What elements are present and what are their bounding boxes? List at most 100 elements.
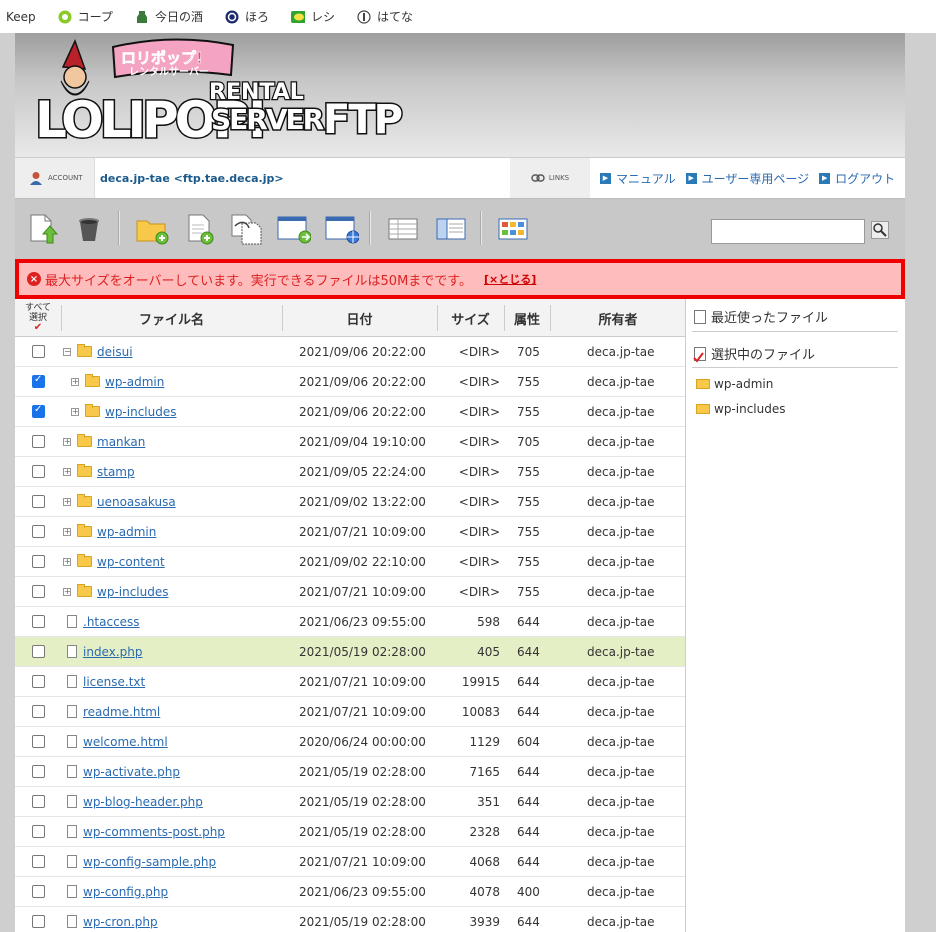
table-row[interactable]: wp-config-sample.php 2021/07/21 10:09:00… (15, 847, 685, 877)
table-row[interactable]: + mankan 2021/09/04 19:10:00 <DIR> 705 d… (15, 427, 685, 457)
bookmark-recipe[interactable]: レシ (290, 8, 335, 25)
table-row[interactable]: wp-activate.php 2021/05/19 02:28:00 7165… (15, 757, 685, 787)
table-row[interactable]: wp-blog-header.php 2021/05/19 02:28:00 3… (15, 787, 685, 817)
table-row[interactable]: license.txt 2021/07/21 10:09:00 19915 64… (15, 667, 685, 697)
file-permission[interactable]: 755 (517, 375, 540, 389)
file-name-link[interactable]: stamp (97, 465, 135, 479)
file-name-link[interactable]: wp-config-sample.php (83, 855, 216, 869)
expand-icon[interactable]: + (63, 468, 71, 476)
table-row[interactable]: wp-cron.php 2021/05/19 02:28:00 3939 644… (15, 907, 685, 932)
file-name-link[interactable]: deisui (97, 345, 133, 359)
bookmark-sake[interactable]: 今日の酒 (135, 8, 203, 25)
table-row[interactable]: index.php 2021/05/19 02:28:00 405 644 de… (15, 637, 685, 667)
file-name-link[interactable]: wp-config.php (83, 885, 168, 899)
row-checkbox[interactable] (32, 435, 45, 448)
selected-files-header[interactable]: 選択中のファイル (693, 344, 815, 363)
file-permission[interactable]: 705 (517, 345, 540, 359)
file-permission[interactable]: 755 (517, 555, 540, 569)
row-checkbox[interactable] (32, 525, 45, 538)
file-permission[interactable]: 755 (517, 585, 540, 599)
file-name-link[interactable]: wp-activate.php (83, 765, 180, 779)
row-checkbox[interactable] (32, 855, 45, 868)
row-checkbox[interactable] (32, 765, 45, 778)
table-row[interactable]: wp-comments-post.php 2021/05/19 02:28:00… (15, 817, 685, 847)
table-row[interactable]: − deisui 2021/09/06 20:22:00 <DIR> 705 d… (15, 337, 685, 367)
row-checkbox[interactable] (32, 495, 45, 508)
search-icon[interactable] (871, 221, 889, 239)
file-name-link[interactable]: wp-admin (105, 375, 164, 389)
file-permission[interactable]: 644 (517, 615, 540, 629)
file-name-link[interactable]: uenoasakusa (97, 495, 176, 509)
row-checkbox[interactable] (32, 825, 45, 838)
new-file-icon[interactable] (185, 213, 217, 245)
file-permission[interactable]: 755 (517, 495, 540, 509)
file-name-link[interactable]: wp-includes (97, 585, 169, 599)
file-name-link[interactable]: wp-includes (105, 405, 177, 419)
row-checkbox[interactable] (32, 585, 45, 598)
bookmark-coop[interactable]: コープ (58, 8, 113, 25)
table-row[interactable]: readme.html 2021/07/21 10:09:00 10083 64… (15, 697, 685, 727)
file-name-link[interactable]: .htaccess (83, 615, 140, 629)
file-permission[interactable]: 755 (517, 405, 540, 419)
file-permission[interactable]: 644 (517, 705, 540, 719)
row-checkbox[interactable] (32, 915, 45, 928)
row-checkbox[interactable] (32, 645, 45, 658)
file-permission[interactable]: 644 (517, 765, 540, 779)
file-permission[interactable]: 755 (517, 465, 540, 479)
search-input[interactable] (711, 219, 865, 244)
table-row[interactable]: + wp-content 2021/09/02 22:10:00 <DIR> 7… (15, 547, 685, 577)
file-permission[interactable]: 705 (517, 435, 540, 449)
move-icon[interactable] (277, 213, 312, 245)
expand-icon[interactable]: + (63, 588, 71, 596)
file-name-link[interactable]: wp-comments-post.php (83, 825, 225, 839)
logout-link[interactable]: ▶ ログアウト (819, 170, 895, 187)
expand-icon[interactable]: + (71, 378, 79, 386)
file-name-link[interactable]: license.txt (83, 675, 145, 689)
trash-icon[interactable] (75, 213, 107, 245)
file-permission[interactable]: 644 (517, 915, 540, 929)
column-header-name[interactable]: ファイル名 (61, 299, 282, 337)
row-checkbox[interactable] (32, 885, 45, 898)
file-permission[interactable]: 644 (517, 825, 540, 839)
table-row[interactable]: welcome.html 2020/06/24 00:00:00 1129 60… (15, 727, 685, 757)
table-row[interactable]: + wp-includes 2021/09/06 20:22:00 <DIR> … (15, 397, 685, 427)
list-view-icon[interactable] (387, 213, 419, 245)
table-row[interactable]: + stamp 2021/09/05 22:24:00 <DIR> 755 de… (15, 457, 685, 487)
table-row[interactable]: + wp-includes 2021/07/21 10:09:00 <DIR> … (15, 577, 685, 607)
file-permission[interactable]: 644 (517, 645, 540, 659)
row-checkbox[interactable] (32, 345, 45, 358)
upload-file-icon[interactable] (27, 213, 59, 245)
file-permission[interactable]: 644 (517, 675, 540, 689)
collapse-icon[interactable]: − (63, 348, 71, 356)
select-all-header[interactable]: すべて 選択 ✔ (15, 299, 61, 337)
selected-item[interactable]: wp-admin (696, 377, 773, 391)
bookmark-horo[interactable]: ほろ (225, 8, 269, 25)
file-permission[interactable]: 755 (517, 525, 540, 539)
thumbnail-view-icon[interactable] (497, 213, 529, 245)
expand-icon[interactable]: + (63, 498, 71, 506)
expand-icon[interactable]: + (63, 558, 71, 566)
new-folder-icon[interactable] (135, 213, 169, 245)
expand-icon[interactable]: + (63, 528, 71, 536)
file-name-link[interactable]: readme.html (83, 705, 160, 719)
column-header-date[interactable]: 日付 (282, 299, 437, 337)
bookmark-keep[interactable]: Keep (6, 10, 36, 24)
row-checkbox[interactable] (32, 615, 45, 628)
user-page-link[interactable]: ▶ ユーザー専用ページ (685, 170, 809, 187)
row-checkbox[interactable] (32, 795, 45, 808)
expand-icon[interactable]: + (63, 438, 71, 446)
file-name-link[interactable]: wp-cron.php (83, 915, 158, 929)
recent-files-header[interactable]: 最近使ったファイル (694, 307, 828, 326)
table-row[interactable]: + wp-admin 2021/07/21 10:09:00 <DIR> 755… (15, 517, 685, 547)
column-header-permission[interactable]: 属性 (504, 299, 550, 337)
row-checkbox[interactable] (32, 555, 45, 568)
row-checkbox[interactable] (32, 374, 45, 388)
file-name-link[interactable]: wp-admin (97, 525, 156, 539)
table-row[interactable]: .htaccess 2021/06/23 09:55:00 598 644 de… (15, 607, 685, 637)
file-permission[interactable]: 400 (517, 885, 540, 899)
file-permission[interactable]: 644 (517, 855, 540, 869)
table-row[interactable]: + wp-admin 2021/09/06 20:22:00 <DIR> 755… (15, 367, 685, 397)
file-name-link[interactable]: welcome.html (83, 735, 168, 749)
web-view-icon[interactable] (325, 213, 360, 245)
row-checkbox[interactable] (32, 735, 45, 748)
